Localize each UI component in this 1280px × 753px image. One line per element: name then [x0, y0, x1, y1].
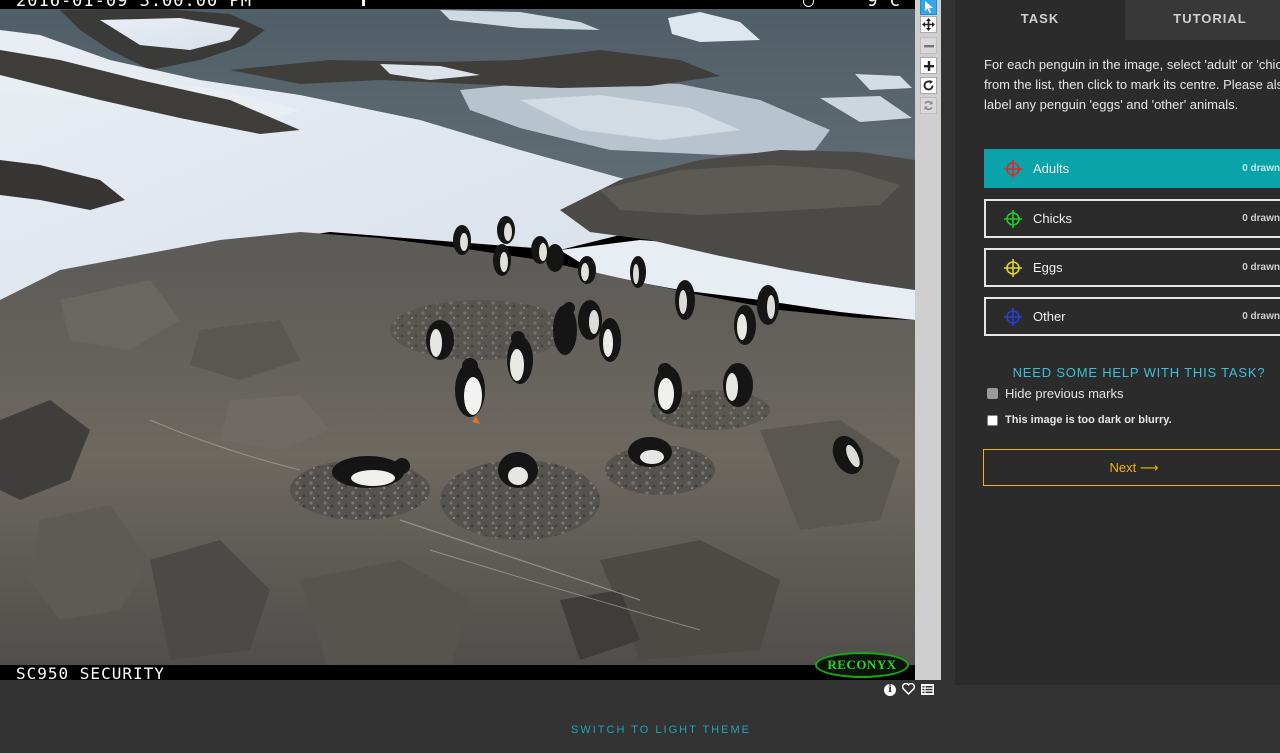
option-label: Other [1033, 309, 1066, 324]
pointer-icon[interactable] [920, 0, 937, 15]
crosshair-icon [1004, 258, 1022, 277]
option-chicks[interactable]: Chicks 0 drawn [984, 199, 1280, 238]
camera-marker [362, 0, 365, 6]
zoom-in-icon[interactable] [920, 57, 937, 74]
camera-temperature: 9°C [867, 0, 901, 11]
next-button[interactable]: Next ⟶ [983, 449, 1280, 486]
hide-marks-label: Hide previous marks [1005, 386, 1124, 401]
camera-model-label: SC950 SECURITY [16, 664, 165, 680]
camera-timestamp: 2016-01-09 3:00:00 PM [16, 0, 252, 11]
subject-meta-icons: i [884, 682, 934, 697]
crosshair-icon [1004, 307, 1022, 326]
dark-blurry-label: This image is too dark or blurry. [1005, 414, 1172, 426]
image-toolbar [915, 0, 941, 680]
crosshair-icon [1004, 209, 1022, 228]
hide-marks-checkbox[interactable] [987, 388, 998, 399]
option-other[interactable]: Other 0 drawn [984, 297, 1280, 336]
reconyx-logo: RECONYX [815, 652, 909, 678]
camera-info-bar: 2016-01-09 3:00:00 PM 9°C [0, 0, 915, 11]
rotate-icon[interactable] [920, 77, 937, 94]
option-adults[interactable]: Adults 0 drawn [984, 149, 1280, 188]
penguin-colony-photo[interactable] [0, 0, 915, 680]
option-count: 0 drawn [1242, 311, 1280, 322]
tab-tutorial[interactable]: TUTORIAL [1125, 0, 1280, 40]
option-label: Adults [1033, 161, 1070, 176]
camera-label-bar: SC950 SECURITY [0, 664, 915, 680]
option-count: 0 drawn [1242, 262, 1280, 273]
moon-phase-icon [803, 0, 814, 7]
heart-icon[interactable] [901, 682, 916, 697]
switch-theme-link[interactable]: SWITCH TO LIGHT THEME [0, 724, 1280, 736]
crosshair-icon [1004, 159, 1022, 178]
help-link[interactable]: NEED SOME HELP WITH THIS TASK? [984, 365, 1280, 380]
tab-task[interactable]: TASK [955, 0, 1125, 40]
dark-blurry-checkbox[interactable] [987, 414, 998, 426]
option-label: Chicks [1033, 211, 1073, 226]
task-tabs: TASK TUTORIAL [955, 0, 1280, 40]
hide-marks-row[interactable]: Hide previous marks [987, 386, 1124, 401]
option-eggs[interactable]: Eggs 0 drawn [984, 248, 1280, 287]
info-icon[interactable]: i [884, 684, 896, 696]
collections-icon[interactable] [921, 683, 934, 697]
move-icon[interactable] [920, 16, 937, 33]
subject-image-viewer[interactable]: 2016-01-09 3:00:00 PM 9°C SC950 SECURITY… [0, 0, 915, 680]
reset-icon[interactable] [920, 97, 937, 114]
task-instructions: For each penguin in the image, select 'a… [984, 57, 1280, 112]
option-count: 0 drawn [1242, 163, 1280, 174]
option-label: Eggs [1033, 260, 1063, 275]
dark-blurry-row[interactable]: This image is too dark or blurry. [987, 414, 1172, 426]
task-panel: TASK TUTORIAL For each penguin in the im… [955, 0, 1280, 685]
zoom-out-icon[interactable] [920, 37, 937, 54]
option-count: 0 drawn [1242, 213, 1280, 224]
